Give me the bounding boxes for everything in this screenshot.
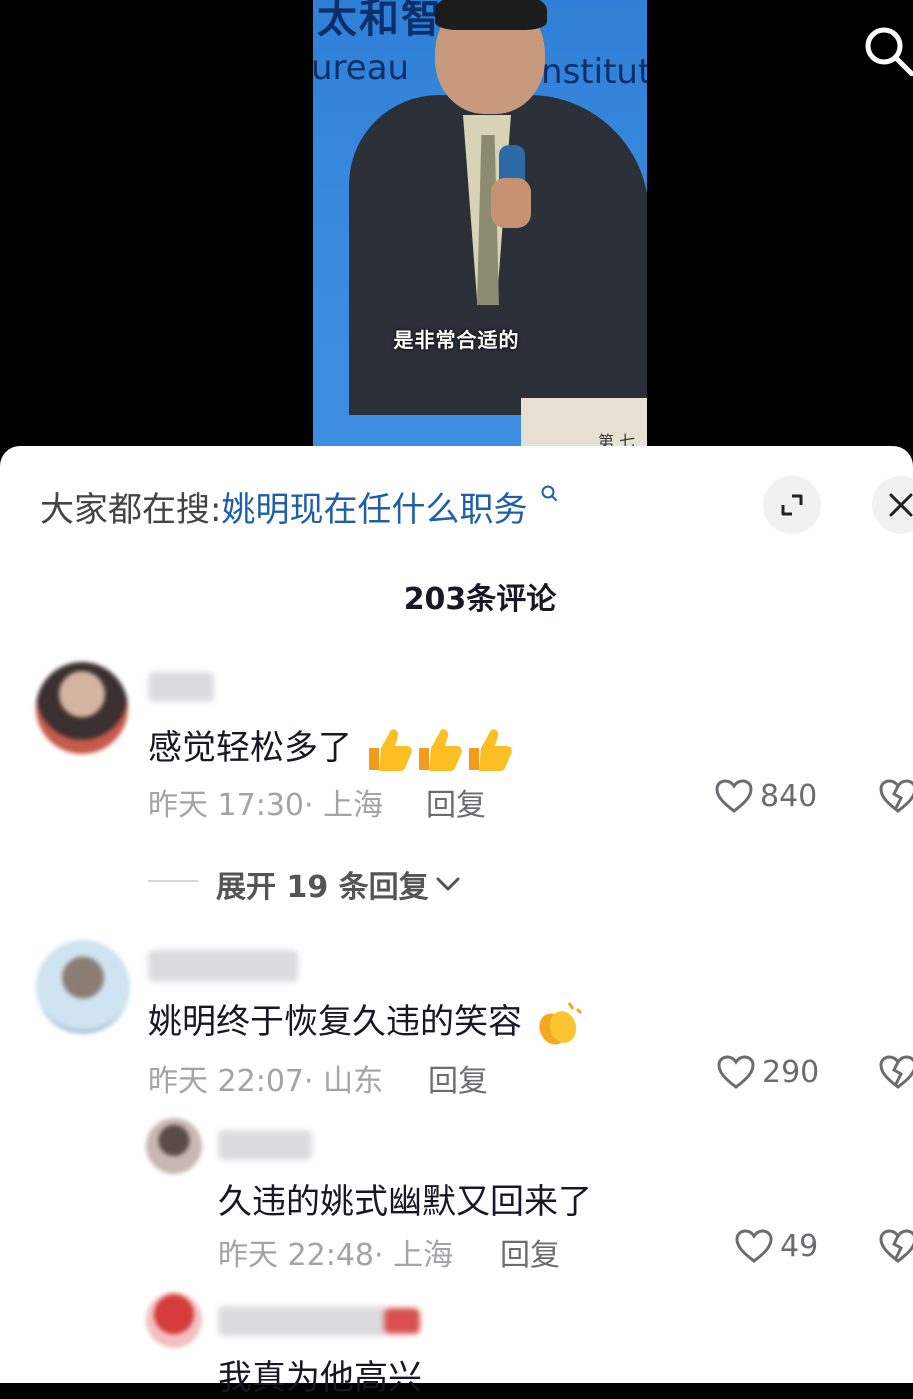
comment-location: · 山东 [304,1064,384,1099]
thumbs-up-icon [468,728,512,771]
thumbs-up-icon [368,728,412,771]
video-frame: 太和智 ureau Institute 上 c 第 七 [313,0,647,460]
like-count: 290 [762,1054,820,1090]
expand-replies-button[interactable]: 展开 19 条回复 [216,862,461,906]
like-button[interactable]: 49 [734,1228,818,1264]
username-blurred[interactable] [218,1130,312,1160]
trending-search[interactable]: 大家都在搜:姚明现在任什么职务 [40,482,558,531]
avatar[interactable] [36,662,128,754]
avatar[interactable] [36,940,130,1034]
dislike-icon[interactable] [878,1054,913,1090]
like-button[interactable]: 290 [716,1054,819,1090]
comment-sheet: 大家都在搜:姚明现在任什么职务 203条评论 感觉轻松多了 昨天 17:30· … [0,446,913,1398]
comment-time: 昨天 22:07 [148,1064,304,1099]
banner-chinese-text: 太和智 [317,0,443,42]
trending-search-prefix: 大家都在搜: [40,490,222,530]
close-button[interactable] [872,476,913,534]
dislike-icon[interactable] [878,778,913,814]
like-count: 49 [780,1228,819,1264]
banner-english-right: Institute [531,52,647,92]
username-blurred[interactable] [148,950,298,982]
reply-meta: 昨天 22:48· 上海 [218,1230,453,1274]
like-button[interactable]: 840 [714,778,817,814]
username-blurred[interactable] [148,672,214,702]
video-player[interactable]: 太和智 ureau Institute 上 c 第 七 是非常合适的 [0,0,913,470]
comment-location: · 上海 [304,788,384,823]
expand-replies-label: 展开 19 条回复 [216,870,429,905]
speaker-hair [435,0,547,30]
heart-icon [715,779,753,813]
comment-meta: 昨天 17:30· 上海 [148,780,383,824]
search-button[interactable] [862,24,913,77]
heart-icon [717,1055,755,1089]
comment-meta: 昨天 22:07· 山东 [148,1056,383,1100]
search-icon [541,485,558,501]
comment-count-title: 203条评论 [403,582,557,617]
banner-english-left: ureau [313,48,410,88]
search-icon [865,27,913,77]
reply-button[interactable]: 回复 [500,1230,560,1274]
reply-text: 久违的姚式幽默又回来了 [218,1182,592,1222]
comment-time: 昨天 17:30 [148,788,304,823]
video-subtitle: 是非常合适的 [393,328,520,352]
thumbs-up-icon [418,728,462,771]
trending-search-keyword[interactable]: 姚明现在任什么职务 [221,490,527,530]
comment-text: 感觉轻松多了 [148,720,513,774]
reply-text: 我真为他高兴 [218,1358,422,1398]
reply-location: · 上海 [374,1238,454,1273]
avatar[interactable] [146,1292,202,1348]
divider-line [148,880,198,882]
reply-time: 昨天 22:48 [218,1238,374,1273]
username-blurred[interactable] [218,1306,388,1336]
expand-sheet-button[interactable] [763,476,821,534]
chevron-down-icon [436,877,460,891]
reply-button[interactable]: 回复 [428,1056,488,1100]
like-count: 840 [760,778,818,814]
comment-text: 姚明终于恢复久违的笑容 [148,994,583,1049]
avatar[interactable] [146,1118,202,1174]
clapping-hands-icon [539,1001,582,1045]
heart-icon [735,1229,773,1263]
username-badge-blurred [384,1308,420,1334]
close-icon [889,493,913,517]
dislike-icon[interactable] [878,1228,913,1264]
speaker-hand [491,178,531,228]
expand-icon [781,494,803,516]
reply-button[interactable]: 回复 [426,780,486,824]
